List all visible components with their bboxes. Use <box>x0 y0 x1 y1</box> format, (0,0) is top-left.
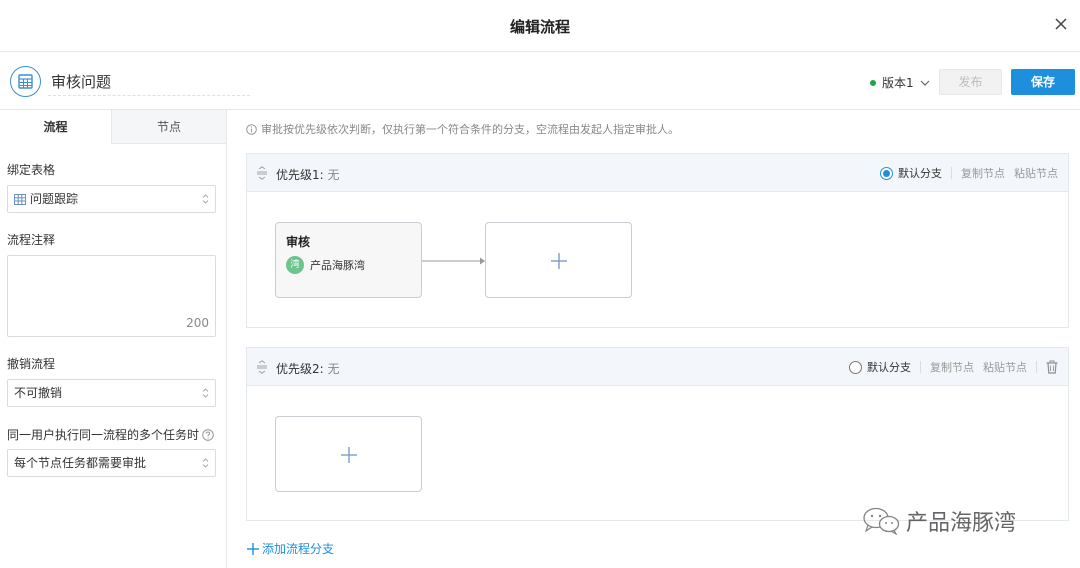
default-branch-radio[interactable]: 默认分支 <box>849 359 911 375</box>
trash-icon[interactable] <box>1046 360 1058 374</box>
multi-task-label: 同一用户执行同一流程的多个任务时 <box>7 428 200 442</box>
node-title: 审核 <box>286 235 311 249</box>
default-branch-label: 默认分支 <box>898 167 942 180</box>
multi-task-value: 每个节点任务都需要审批 <box>14 456 147 470</box>
branch-actions: 默认分支 复制节点 粘贴节点 <box>849 359 1058 375</box>
left-panel: 流程 节点 绑定表格 问题跟踪 流程注释 200 撤销流程 不可撤销 同一用户执… <box>0 110 227 568</box>
multi-task-label-row: 同一用户执行同一流程的多个任务时 <box>7 426 214 443</box>
approval-node[interactable]: 审核 湾 产品海豚湾 <box>275 222 422 298</box>
flow-note-label: 流程注释 <box>7 233 56 247</box>
revoke-label: 撤销流程 <box>7 357 56 371</box>
paste-node-button[interactable]: 粘贴节点 <box>983 359 1027 375</box>
radio-circle <box>880 166 893 180</box>
watermark-text: 产品海豚湾 <box>906 511 1017 536</box>
plus-icon <box>247 542 259 555</box>
branch-priority-1: 优先级1: 无 默认分支 复制节点 粘贴节点 审核 湾 产品海豚湾 <box>246 153 1069 328</box>
branch-title: 优先级1: 无 <box>276 166 340 183</box>
revoke-value: 不可撤销 <box>14 386 63 400</box>
paste-node-button[interactable]: 粘贴节点 <box>1014 165 1058 181</box>
form-icon <box>10 66 41 97</box>
branch-priority-2: 优先级2: 无 默认分支 复制节点 粘贴节点 <box>246 347 1069 521</box>
assignee: 湾 产品海豚湾 <box>286 256 365 274</box>
add-node-card[interactable] <box>275 416 422 492</box>
branch-header: 优先级2: 无 默认分支 复制节点 粘贴节点 <box>247 348 1068 386</box>
table-icon <box>14 194 26 205</box>
save-button[interactable]: 保存 <box>1011 69 1075 95</box>
info-text: 审批按优先级依次判断，仅执行第一个符合条件的分支，空流程由发起人指定审批人。 <box>261 123 679 136</box>
copy-node-button[interactable]: 复制节点 <box>930 359 974 375</box>
info-line: 审批按优先级依次判断，仅执行第一个符合条件的分支，空流程由发起人指定审批人。 <box>246 121 679 137</box>
plus-icon <box>551 253 567 269</box>
branch-actions: 默认分支 复制节点 粘贴节点 <box>880 165 1058 181</box>
add-branch-button[interactable]: 添加流程分支 <box>247 540 334 557</box>
flow-note-textarea[interactable]: 200 <box>7 255 216 337</box>
divider <box>951 167 952 179</box>
bind-form-label: 绑定表格 <box>7 163 56 177</box>
copy-node-button[interactable]: 复制节点 <box>961 165 1005 181</box>
status-dot <box>870 79 876 86</box>
updown-icon <box>202 194 209 204</box>
toolbar: 审核问题 版本1 发布 保存 <box>0 52 1080 110</box>
avatar: 湾 <box>286 256 304 274</box>
branch-header: 优先级1: 无 默认分支 复制节点 粘贴节点 <box>247 154 1068 192</box>
modal-title: 编辑流程 <box>509 18 570 36</box>
form-name[interactable]: 审核问题 <box>51 71 111 92</box>
bind-form-value: 问题跟踪 <box>30 192 79 206</box>
tab-flow[interactable]: 流程 <box>0 110 111 144</box>
default-branch-radio[interactable]: 默认分支 <box>880 165 942 181</box>
info-icon <box>246 123 257 135</box>
updown-icon <box>202 388 209 398</box>
tab-node[interactable]: 节点 <box>111 110 226 144</box>
revoke-select[interactable]: 不可撤销 <box>7 379 216 407</box>
publish-button[interactable]: 发布 <box>939 69 1002 95</box>
default-branch-label: 默认分支 <box>867 361 911 374</box>
plus-icon <box>341 447 357 463</box>
modal-header: 编辑流程 <box>0 0 1080 52</box>
form-name-underline <box>48 95 250 96</box>
multi-task-select[interactable]: 每个节点任务都需要审批 <box>7 449 216 477</box>
divider <box>920 361 921 373</box>
priority-label: 优先级2: <box>276 362 324 376</box>
bind-form-select[interactable]: 问题跟踪 <box>7 185 216 213</box>
drag-handle-icon[interactable] <box>256 360 268 374</box>
assignee-name: 产品海豚湾 <box>310 259 365 272</box>
version-selector[interactable]: 版本1 <box>870 74 930 91</box>
close-icon[interactable] <box>1052 15 1070 33</box>
add-branch-label: 添加流程分支 <box>262 542 335 556</box>
help-icon[interactable] <box>202 429 214 441</box>
wechat-icon <box>863 507 900 535</box>
condition-value: 无 <box>327 168 340 182</box>
divider <box>1036 361 1037 373</box>
branch-title: 优先级2: 无 <box>276 360 340 377</box>
drag-handle-icon[interactable] <box>256 166 268 180</box>
char-counter: 200 <box>186 316 209 330</box>
chevron-down-icon <box>920 80 930 86</box>
priority-label: 优先级1: <box>276 168 324 182</box>
condition-value: 无 <box>327 362 340 376</box>
updown-icon <box>202 458 209 468</box>
version-label: 版本1 <box>882 76 914 90</box>
flow-arrow <box>422 257 485 265</box>
radio-circle <box>849 360 862 374</box>
watermark: 产品海豚湾 <box>862 505 1016 537</box>
add-node-card[interactable] <box>485 222 632 298</box>
